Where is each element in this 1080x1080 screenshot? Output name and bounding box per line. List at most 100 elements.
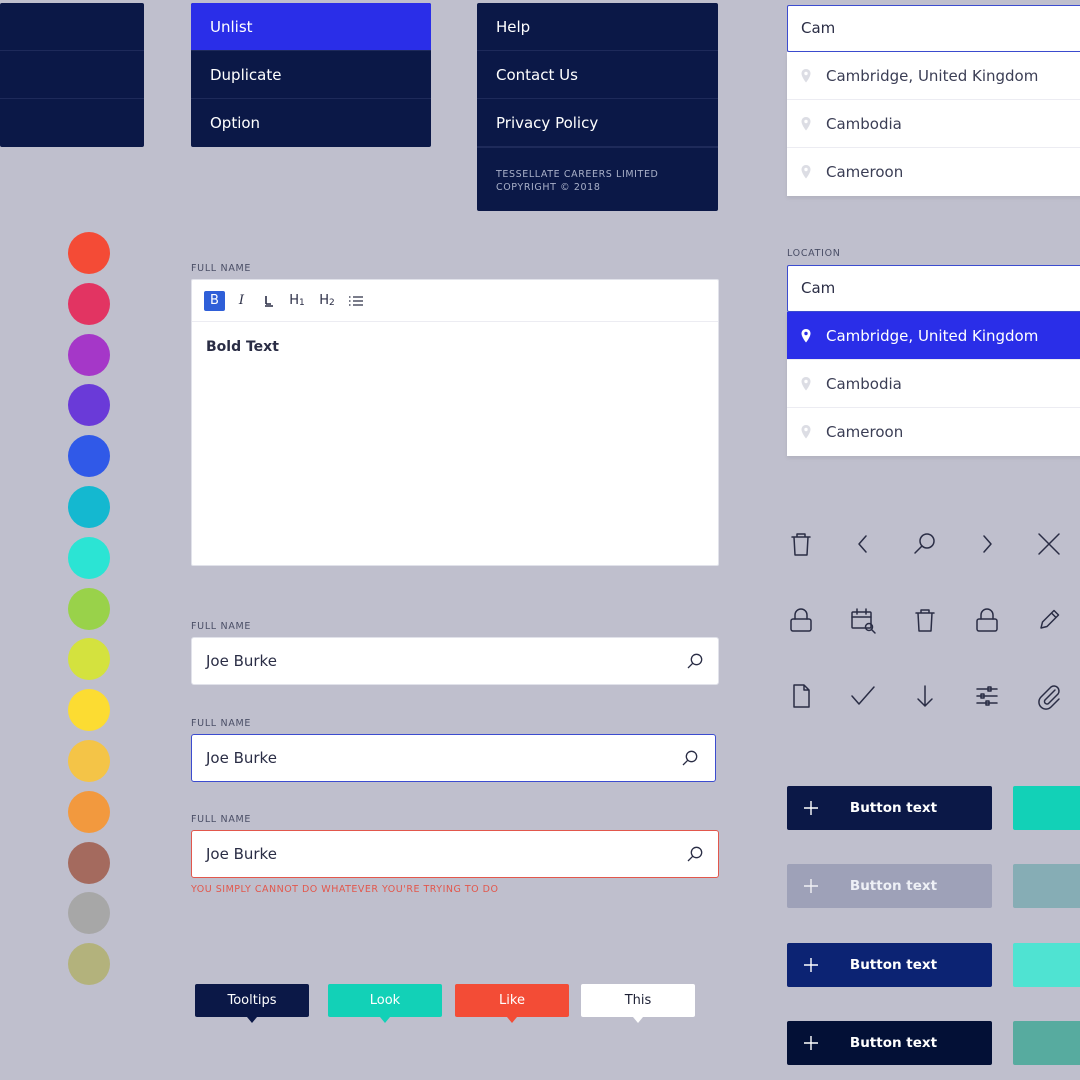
search-icon[interactable]: [910, 529, 940, 559]
editor-toolbar: B I H1 H2: [192, 280, 718, 322]
chevron-right-icon[interactable]: [972, 529, 1002, 559]
location-search-input[interactable]: Cam: [787, 5, 1080, 52]
field-value: Joe Burke: [206, 652, 277, 670]
location-input[interactable]: Cam: [787, 265, 1080, 312]
tooltip: This: [581, 984, 695, 1023]
color-swatch[interactable]: [68, 943, 110, 986]
button-swatch[interactable]: [1013, 786, 1080, 830]
lock-icon[interactable]: [972, 605, 1002, 635]
document-icon[interactable]: [786, 681, 816, 711]
add-button[interactable]: Button text: [787, 1021, 992, 1065]
bold-button[interactable]: B: [204, 290, 225, 311]
search-icon[interactable]: [681, 749, 699, 771]
error-message: YOU SIMPLY CANNOT DO WHATEVER YOU'RE TRY…: [191, 884, 499, 895]
color-swatch[interactable]: [68, 587, 110, 630]
tooltip: Look: [328, 984, 442, 1023]
button-label: Button text: [849, 957, 938, 973]
field-value: Joe Burke: [206, 749, 277, 767]
list-item[interactable]: Cameroon: [787, 148, 1080, 196]
plus-icon: [787, 1035, 835, 1051]
add-button[interactable]: Button text: [787, 786, 992, 830]
color-swatch[interactable]: [68, 740, 110, 782]
field-label: FULL NAME: [191, 718, 252, 729]
tooltip: Like: [455, 984, 569, 1023]
heading1-button[interactable]: H1: [285, 291, 309, 311]
color-swatch[interactable]: [68, 282, 110, 325]
menu-item[interactable]: [0, 51, 144, 99]
color-swatch[interactable]: [68, 638, 110, 681]
paperclip-icon[interactable]: [1034, 681, 1064, 711]
search-icon[interactable]: [686, 845, 704, 867]
pin-icon: [801, 116, 811, 130]
list-item[interactable]: Cambodia: [787, 100, 1080, 148]
color-swatch[interactable]: [68, 892, 110, 935]
search-icon[interactable]: [686, 652, 704, 674]
company-name: TESSELLATE CAREERS LIMITED: [496, 169, 659, 180]
menu-item-help[interactable]: Help: [477, 3, 718, 51]
menu-item-option[interactable]: Option: [191, 99, 431, 147]
plus-icon: [787, 878, 835, 894]
menu-item-duplicate[interactable]: Duplicate: [191, 51, 431, 99]
color-swatch[interactable]: [68, 689, 110, 732]
menu-item-contact[interactable]: Contact Us: [477, 51, 718, 99]
color-swatch[interactable]: [68, 536, 110, 579]
rich-text-editor[interactable]: B I H1 H2 Bold Text: [191, 279, 719, 566]
list-icon[interactable]: [345, 291, 366, 311]
menu-item[interactable]: [0, 99, 144, 147]
field-value: Joe Burke: [206, 845, 277, 863]
lock-icon[interactable]: [786, 605, 816, 635]
menu-item-unlist[interactable]: Unlist: [191, 3, 431, 51]
color-swatch[interactable]: [68, 232, 110, 274]
field-label: FULL NAME: [191, 621, 252, 632]
pencil-icon[interactable]: [1034, 605, 1064, 635]
underline-icon[interactable]: [258, 291, 279, 311]
color-swatch[interactable]: [68, 790, 110, 833]
trash-icon[interactable]: [910, 605, 940, 635]
arrow-down-icon[interactable]: [910, 681, 940, 711]
add-button[interactable]: Button text: [787, 943, 992, 987]
name-field[interactable]: Joe Burke: [191, 637, 719, 685]
tooltip: Tooltips: [195, 984, 309, 1023]
editor-content[interactable]: Bold Text: [192, 322, 718, 372]
list-item[interactable]: Cameroon: [787, 408, 1080, 456]
footer-menu: Help Contact Us Privacy Policy TESSELLAT…: [477, 3, 718, 211]
pin-icon: [801, 425, 811, 439]
editor-label: FULL NAME: [191, 263, 252, 274]
name-field-error[interactable]: Joe Burke: [191, 830, 719, 878]
footer-legal: TESSELLATE CAREERS LIMITED COPYRIGHT © 2…: [477, 147, 718, 210]
button-swatch[interactable]: [1013, 864, 1080, 908]
sliders-icon[interactable]: [972, 681, 1002, 711]
trash-icon[interactable]: [786, 529, 816, 559]
button-label: Button text: [849, 800, 938, 816]
menu-partial: [0, 3, 144, 147]
heading2-button[interactable]: H2: [315, 291, 339, 311]
plus-icon: [787, 800, 835, 816]
name-field-focused[interactable]: Joe Burke: [191, 734, 716, 782]
color-swatch[interactable]: [68, 435, 110, 478]
pin-icon: [801, 376, 811, 390]
close-icon[interactable]: [1034, 529, 1064, 559]
color-swatch[interactable]: [68, 841, 110, 884]
color-swatch[interactable]: [68, 333, 110, 376]
plus-icon: [787, 957, 835, 973]
button-swatch[interactable]: [1013, 943, 1080, 987]
menu-item[interactable]: [0, 3, 144, 51]
chevron-left-icon[interactable]: [848, 529, 878, 559]
pin-icon: [801, 68, 811, 82]
menu-item-privacy[interactable]: Privacy Policy: [477, 99, 718, 147]
pin-icon: [801, 165, 811, 179]
color-swatch[interactable]: [68, 384, 110, 427]
list-item[interactable]: Cambodia: [787, 360, 1080, 408]
add-button[interactable]: Button text: [787, 864, 992, 908]
actions-menu: Unlist Duplicate Option: [191, 3, 431, 147]
italic-button[interactable]: I: [231, 291, 252, 311]
calendar-search-icon[interactable]: [848, 605, 878, 635]
autocomplete-list: Cambridge, United Kingdom Cambodia Camer…: [787, 312, 1080, 456]
button-label: Button text: [849, 1035, 938, 1051]
list-item[interactable]: Cambridge, United Kingdom: [787, 52, 1080, 100]
check-icon[interactable]: [848, 681, 878, 711]
list-item-selected[interactable]: Cambridge, United Kingdom: [787, 312, 1080, 360]
color-swatch[interactable]: [68, 486, 110, 528]
button-swatch[interactable]: [1013, 1021, 1080, 1065]
pin-icon: [801, 328, 811, 342]
